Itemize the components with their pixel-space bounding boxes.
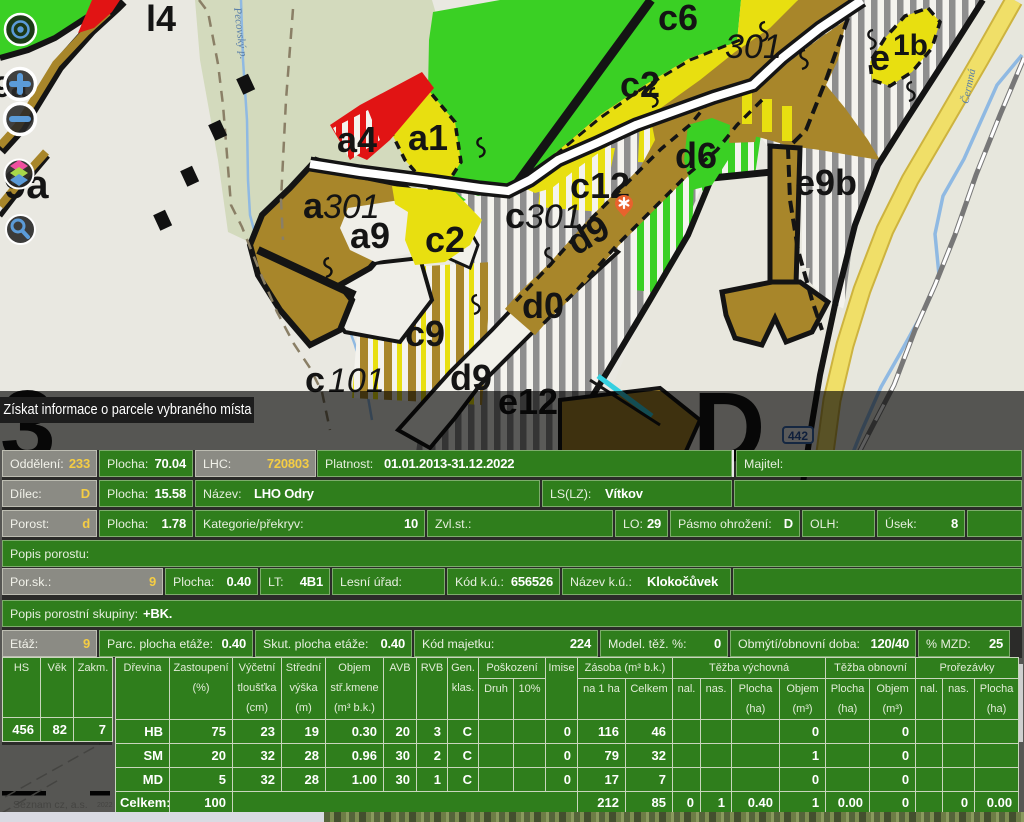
- svg-text:e: e: [870, 37, 890, 78]
- svg-text:301: 301: [725, 28, 782, 66]
- svg-text:301: 301: [525, 198, 582, 236]
- svg-text:c2: c2: [425, 219, 465, 260]
- svg-text:a: a: [303, 185, 324, 226]
- svg-text:a4: a4: [337, 119, 377, 160]
- svg-text:a1: a1: [408, 117, 448, 158]
- svg-text:e9b: e9b: [795, 162, 857, 203]
- svg-text:l4: l4: [146, 0, 176, 39]
- svg-text:1b: 1b: [893, 29, 928, 62]
- svg-text:d0: d0: [522, 285, 564, 326]
- svg-text:d6: d6: [675, 135, 717, 176]
- svg-text:301: 301: [323, 188, 380, 226]
- svg-text:c2: c2: [620, 64, 660, 105]
- svg-text:c9: c9: [405, 313, 445, 354]
- svg-text:c: c: [505, 195, 525, 236]
- svg-text:c6: c6: [658, 0, 698, 38]
